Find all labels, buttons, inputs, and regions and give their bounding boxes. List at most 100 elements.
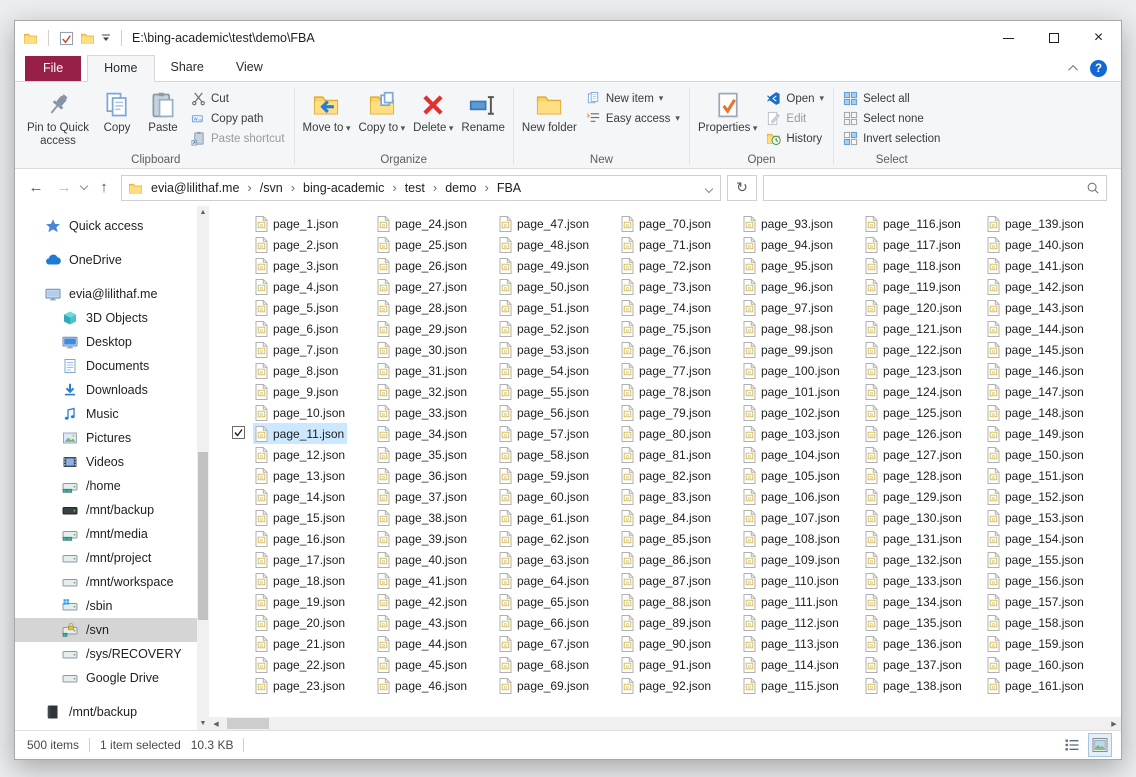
file-item[interactable]: 0page_27.json	[375, 276, 470, 297]
file-item[interactable]: 0page_85.json	[619, 528, 714, 549]
scrollbar-thumb[interactable]	[198, 452, 208, 620]
file-item[interactable]: 0page_35.json	[375, 444, 470, 465]
tab-home[interactable]: Home	[87, 55, 154, 82]
file-item[interactable]: 0page_147.json	[985, 381, 1087, 402]
file-item[interactable]: 0page_48.json	[497, 234, 592, 255]
file-item[interactable]: 0page_157.json	[985, 591, 1087, 612]
file-item[interactable]: 0page_47.json	[497, 213, 592, 234]
file-item[interactable]: 0page_61.json	[497, 507, 592, 528]
file-item[interactable]: 0page_160.json	[985, 654, 1087, 675]
file-item[interactable]: 0page_40.json	[375, 549, 470, 570]
breadcrumb-item-test[interactable]: test	[403, 181, 427, 195]
file-item[interactable]: 0page_141.json	[985, 255, 1087, 276]
file-item[interactable]: 0page_113.json	[741, 633, 842, 654]
file-item[interactable]: 0page_143.json	[985, 297, 1087, 318]
file-item[interactable]: 0page_102.json	[741, 402, 843, 423]
file-item[interactable]: 0page_14.json	[253, 486, 348, 507]
file-item[interactable]: 0page_94.json	[741, 234, 836, 255]
file-item[interactable]: 0page_1.json	[253, 213, 341, 234]
file-item[interactable]: 0page_19.json	[253, 591, 348, 612]
copy-path-button[interactable]: wCopy path	[187, 109, 289, 128]
file-item[interactable]: 0page_49.json	[497, 255, 592, 276]
file-item[interactable]: 0page_3.json	[253, 255, 341, 276]
thumbnail-view-button[interactable]	[1089, 734, 1111, 756]
breadcrumb-item-fba[interactable]: FBA	[495, 181, 523, 195]
file-item[interactable]: 0page_80.json	[619, 423, 714, 444]
file-item[interactable]: 0page_45.json	[375, 654, 470, 675]
sidebar-item-desktop[interactable]: Desktop	[15, 330, 197, 354]
maximize-button[interactable]	[1031, 21, 1076, 55]
history-button[interactable]: History	[762, 129, 828, 148]
easy-access-button[interactable]: Easy access▾	[582, 109, 684, 128]
file-item[interactable]: 0page_73.json	[619, 276, 714, 297]
cut-button[interactable]: Cut	[187, 89, 289, 108]
sidebar-item-mnt-backup[interactable]: /mnt/backup	[15, 700, 197, 724]
sidebar-item-sbin[interactable]: /sbin	[15, 594, 197, 618]
edit-button[interactable]: Edit	[762, 109, 828, 128]
file-item[interactable]: 0page_156.json	[985, 570, 1087, 591]
rename-button[interactable]: Rename	[458, 86, 507, 137]
file-item[interactable]: 0page_58.json	[497, 444, 592, 465]
file-item[interactable]: 0page_136.json	[863, 633, 965, 654]
paste-shortcut-button[interactable]: Paste shortcut	[187, 129, 289, 148]
copy-button[interactable]: Copy	[95, 86, 139, 137]
breadcrumb[interactable]: evia@lilithaf.me›/svn›bing-academic›test…	[121, 175, 721, 201]
file-item[interactable]: 0page_99.json	[741, 339, 836, 360]
file-item[interactable]: 0page_105.json	[741, 465, 843, 486]
file-item[interactable]: 0page_150.json	[985, 444, 1087, 465]
file-item[interactable]: 0page_100.json	[741, 360, 843, 381]
file-item[interactable]: 0page_95.json	[741, 255, 836, 276]
file-item[interactable]: 0page_128.json	[863, 465, 965, 486]
invert-selection-button[interactable]: Invert selection	[839, 129, 944, 148]
new-item-button[interactable]: New item▾	[582, 89, 684, 108]
file-item[interactable]: 0page_66.json	[497, 612, 592, 633]
file-item[interactable]: 0page_71.json	[619, 234, 714, 255]
file-item[interactable]: 0page_140.json	[985, 234, 1087, 255]
file-item[interactable]: 0page_116.json	[863, 213, 964, 234]
minimize-button[interactable]	[986, 21, 1031, 55]
file-item[interactable]: 0page_120.json	[863, 297, 965, 318]
file-item[interactable]: 0page_104.json	[741, 444, 843, 465]
file-item[interactable]: 0page_145.json	[985, 339, 1087, 360]
file-item[interactable]: 0page_109.json	[741, 549, 843, 570]
file-item[interactable]: 0page_34.json	[375, 423, 470, 444]
file-item[interactable]: 0page_30.json	[375, 339, 470, 360]
scroll-up-icon[interactable]: ▲	[197, 206, 209, 219]
file-item[interactable]: 0page_86.json	[619, 549, 714, 570]
file-item[interactable]: 0page_37.json	[375, 486, 470, 507]
file-item[interactable]: 0page_158.json	[985, 612, 1087, 633]
sidebar-item-home[interactable]: /home	[15, 474, 197, 498]
file-item[interactable]: 0page_97.json	[741, 297, 836, 318]
tab-view[interactable]: View	[220, 55, 279, 82]
file-item[interactable]: 0page_67.json	[497, 633, 592, 654]
breadcrumb-item-demo[interactable]: demo	[443, 181, 478, 195]
tab-file[interactable]: File	[25, 56, 81, 81]
file-item[interactable]: 0page_28.json	[375, 297, 470, 318]
file-item[interactable]: 0page_125.json	[863, 402, 965, 423]
file-item[interactable]: 0page_11.json	[253, 423, 347, 444]
details-view-button[interactable]	[1061, 734, 1083, 756]
file-item[interactable]: 0page_92.json	[619, 675, 714, 696]
scrollbar-thumb[interactable]	[227, 718, 269, 729]
file-item[interactable]: 0page_134.json	[863, 591, 965, 612]
file-item[interactable]: 0page_59.json	[497, 465, 592, 486]
file-item[interactable]: 0page_112.json	[741, 612, 842, 633]
file-item[interactable]: 0page_118.json	[863, 255, 964, 276]
file-item[interactable]: 0page_135.json	[863, 612, 965, 633]
file-item[interactable]: 0page_84.json	[619, 507, 714, 528]
file-item[interactable]: 0page_65.json	[497, 591, 592, 612]
pin-to-quick-access-button[interactable]: Pin to Quick access	[23, 86, 93, 150]
file-item[interactable]: 0page_114.json	[741, 654, 842, 675]
sidebar-item-google-drive[interactable]: Google Drive	[15, 666, 197, 690]
file-item[interactable]: 0page_18.json	[253, 570, 348, 591]
sidebar-item-quick-access[interactable]: Quick access	[15, 214, 197, 238]
properties-quick-icon[interactable]	[59, 31, 74, 46]
file-item[interactable]: 0page_42.json	[375, 591, 470, 612]
sidebar-item-evia-lilithaf-me[interactable]: evia@lilithaf.me	[15, 282, 197, 306]
forward-button[interactable]: →	[53, 179, 75, 196]
file-item[interactable]: 0page_111.json	[741, 591, 841, 612]
recent-locations-icon[interactable]	[80, 182, 88, 190]
file-item[interactable]: 0page_82.json	[619, 465, 714, 486]
delete-button[interactable]: Delete	[410, 86, 456, 137]
file-item[interactable]: 0page_70.json	[619, 213, 714, 234]
